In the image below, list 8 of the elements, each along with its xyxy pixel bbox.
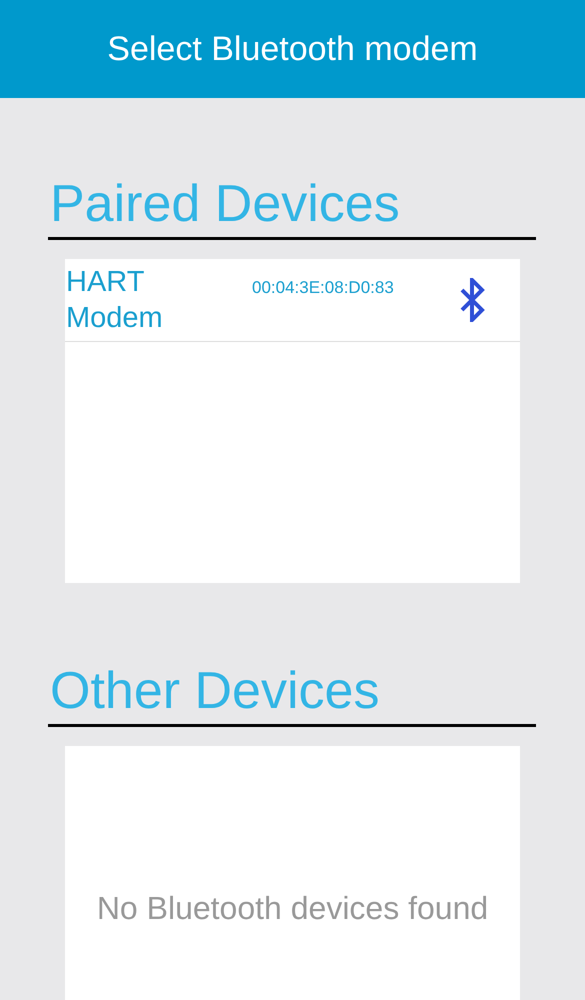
device-row[interactable]: HART Modem 00:04:3E:08:D0:83	[65, 259, 520, 342]
device-name: HART Modem	[66, 265, 164, 336]
section-title: Paired Devices	[49, 174, 401, 234]
section-title: Other Devices	[49, 661, 380, 721]
screen-title: Select Bluetooth modem	[107, 30, 478, 68]
bluetooth-icon	[458, 278, 486, 322]
empty-message: No Bluetooth devices found	[96, 889, 490, 927]
device-address: 00:04:3E:08:D0:83	[252, 278, 394, 298]
